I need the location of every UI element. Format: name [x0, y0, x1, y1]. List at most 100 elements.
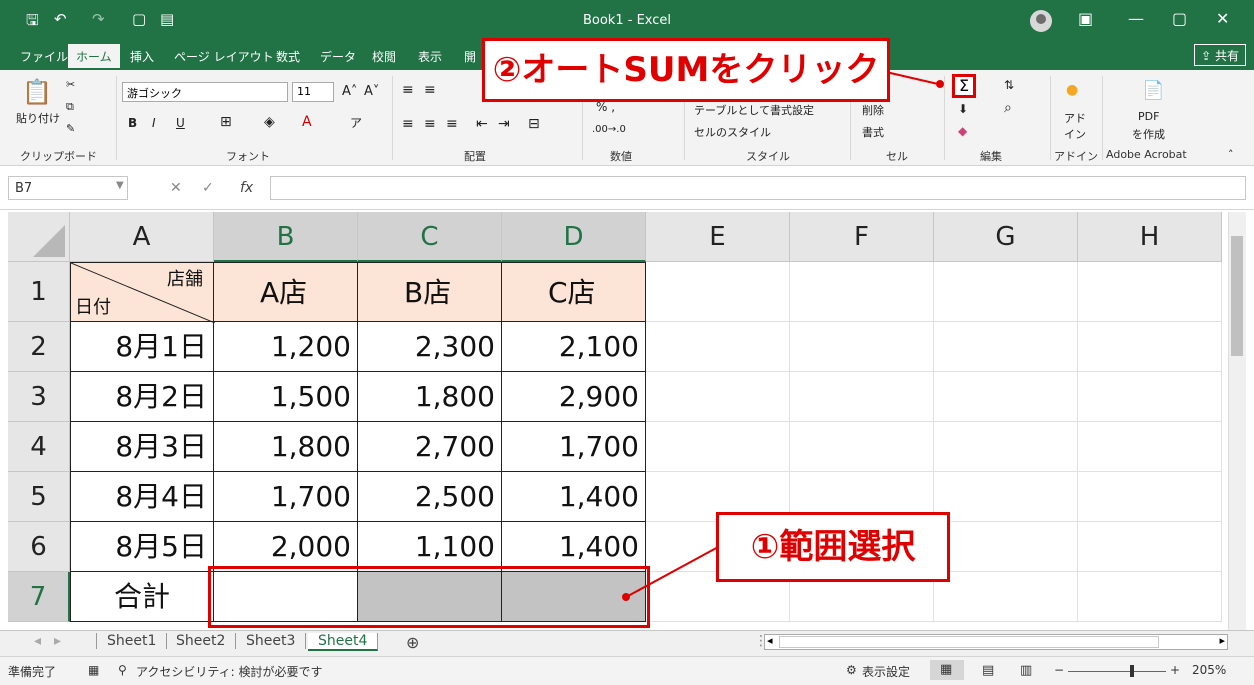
column-header-e[interactable]: E: [646, 212, 790, 262]
row-header-5[interactable]: 5: [8, 472, 70, 522]
tab-review[interactable]: 校閲: [372, 48, 396, 65]
minimize-icon[interactable]: —: [1128, 9, 1144, 28]
cell-d1[interactable]: C店: [502, 262, 646, 322]
page-layout-view-icon[interactable]: ▤: [982, 663, 994, 678]
cell-h4[interactable]: [1078, 422, 1222, 472]
addins-button[interactable]: アド イン: [1064, 110, 1086, 142]
cut-icon[interactable]: ✂: [66, 78, 75, 91]
tab-formulas[interactable]: 数式: [276, 48, 300, 65]
cell-g7[interactable]: [934, 572, 1078, 622]
vertical-scroll-thumb[interactable]: [1231, 236, 1243, 356]
cell-g4[interactable]: [934, 422, 1078, 472]
align-center-icon[interactable]: ≡: [424, 116, 436, 132]
format-as-table-button[interactable]: テーブルとして書式設定: [694, 102, 814, 118]
zoom-slider-thumb[interactable]: [1130, 665, 1134, 677]
increase-indent-icon[interactable]: ⇥: [498, 116, 510, 132]
column-header-f[interactable]: F: [790, 212, 934, 262]
add-sheet-icon[interactable]: ⊕: [396, 633, 429, 652]
cell-b5[interactable]: 1,700: [214, 472, 358, 522]
cell-a1[interactable]: 店舗 日付: [70, 262, 215, 323]
decrease-indent-icon[interactable]: ⇤: [476, 116, 488, 132]
cell-c5[interactable]: 2,500: [358, 472, 502, 522]
formula-input[interactable]: [270, 176, 1246, 200]
close-icon[interactable]: ✕: [1216, 9, 1229, 28]
ribbon-display-icon[interactable]: ▣: [1078, 9, 1093, 28]
cell-f1[interactable]: [790, 262, 934, 322]
format-cells-button[interactable]: 書式: [862, 124, 884, 140]
tab-insert[interactable]: 挿入: [130, 48, 154, 65]
autosum-button[interactable]: Σ: [952, 74, 976, 98]
cell-d2[interactable]: 2,100: [502, 322, 646, 372]
accessibility-status[interactable]: アクセシビリティ: 検討が必要です: [136, 663, 323, 680]
copy-icon[interactable]: ⧉: [66, 100, 74, 114]
phonetic-icon[interactable]: ア: [350, 114, 362, 131]
font-name-select[interactable]: 游ゴシック: [122, 82, 288, 102]
zoom-level[interactable]: 205%: [1192, 663, 1226, 677]
cell-d4[interactable]: 1,700: [502, 422, 646, 472]
cell-h3[interactable]: [1078, 372, 1222, 422]
cell-a3[interactable]: 8月2日: [70, 372, 214, 422]
insert-function-icon[interactable]: fx: [240, 180, 253, 196]
tab-home[interactable]: ホーム: [68, 44, 120, 70]
row-header-3[interactable]: 3: [8, 372, 70, 422]
cell-b1[interactable]: A店: [214, 262, 358, 322]
zoom-in-icon[interactable]: +: [1170, 663, 1180, 677]
cell-d5[interactable]: 1,400: [502, 472, 646, 522]
tab-view[interactable]: 表示: [418, 48, 442, 65]
cell-h5[interactable]: [1078, 472, 1222, 522]
cell-b6[interactable]: 2,000: [214, 522, 358, 572]
column-header-d[interactable]: D: [502, 212, 646, 262]
format-painter-icon[interactable]: ✎: [66, 122, 75, 135]
share-button[interactable]: ⇪ 共有: [1194, 44, 1246, 66]
tab-file[interactable]: ファイル: [20, 48, 68, 65]
cancel-icon[interactable]: ✕: [170, 180, 182, 196]
clear-icon[interactable]: ◆: [958, 124, 967, 138]
shrink-font-icon[interactable]: A˅: [364, 84, 379, 99]
cell-f3[interactable]: [790, 372, 934, 422]
tab-data[interactable]: データ: [320, 48, 356, 65]
column-header-h[interactable]: H: [1078, 212, 1222, 262]
zoom-out-icon[interactable]: −: [1054, 663, 1064, 677]
cell-g5[interactable]: [934, 472, 1078, 522]
cell-f4[interactable]: [790, 422, 934, 472]
cell-h6[interactable]: [1078, 522, 1222, 572]
sheet-tab-1[interactable]: Sheet1: [96, 633, 168, 649]
grow-font-icon[interactable]: A˄: [342, 84, 357, 99]
underline-icon[interactable]: U: [176, 116, 185, 130]
cell-b2[interactable]: 1,200: [214, 322, 358, 372]
cell-d3[interactable]: 2,900: [502, 372, 646, 422]
cell-e1[interactable]: [646, 262, 790, 322]
row-header-1[interactable]: 1: [8, 262, 70, 322]
cell-d6[interactable]: 1,400: [502, 522, 646, 572]
column-header-b[interactable]: B: [214, 212, 358, 262]
column-header-a[interactable]: A: [70, 212, 214, 262]
tab-page-layout[interactable]: ページ レイアウト: [174, 48, 274, 65]
sheet-tab-4[interactable]: Sheet4: [308, 633, 379, 651]
sort-filter-icon[interactable]: ⇅: [1004, 78, 1014, 92]
cell-e3[interactable]: [646, 372, 790, 422]
horizontal-scroll-thumb[interactable]: [779, 636, 1159, 648]
display-settings-icon[interactable]: ⚙: [846, 663, 857, 677]
increase-decimal-icon[interactable]: .00→.0: [592, 124, 626, 135]
cell-styles-button[interactable]: セルのスタイル: [694, 124, 771, 140]
align-left-icon[interactable]: ≡: [402, 116, 414, 132]
cell-c3[interactable]: 1,800: [358, 372, 502, 422]
name-box-dropdown-icon[interactable]: ▼: [116, 180, 124, 191]
cell-c4[interactable]: 2,700: [358, 422, 502, 472]
maximize-icon[interactable]: ▢: [1172, 9, 1187, 28]
fill-color-icon[interactable]: ◈: [264, 114, 275, 130]
scroll-left-icon[interactable]: ◂: [767, 634, 773, 647]
vertical-scrollbar[interactable]: [1228, 212, 1246, 630]
accessibility-icon[interactable]: ⚲: [118, 663, 127, 677]
macro-record-icon[interactable]: ▦: [88, 663, 99, 677]
scroll-right-icon[interactable]: ▸: [1219, 634, 1225, 647]
percent-icon[interactable]: % ,: [596, 100, 615, 114]
cell-a4[interactable]: 8月3日: [70, 422, 214, 472]
next-sheet-icon[interactable]: ▸: [44, 633, 71, 649]
page-break-view-icon[interactable]: ▥: [1020, 663, 1032, 678]
borders-icon[interactable]: ⊞: [220, 114, 232, 130]
addins-icon[interactable]: ●: [1066, 82, 1078, 98]
row-header-6[interactable]: 6: [8, 522, 70, 572]
font-size-select[interactable]: 11: [292, 82, 334, 102]
tab-developer[interactable]: 開: [464, 48, 476, 65]
